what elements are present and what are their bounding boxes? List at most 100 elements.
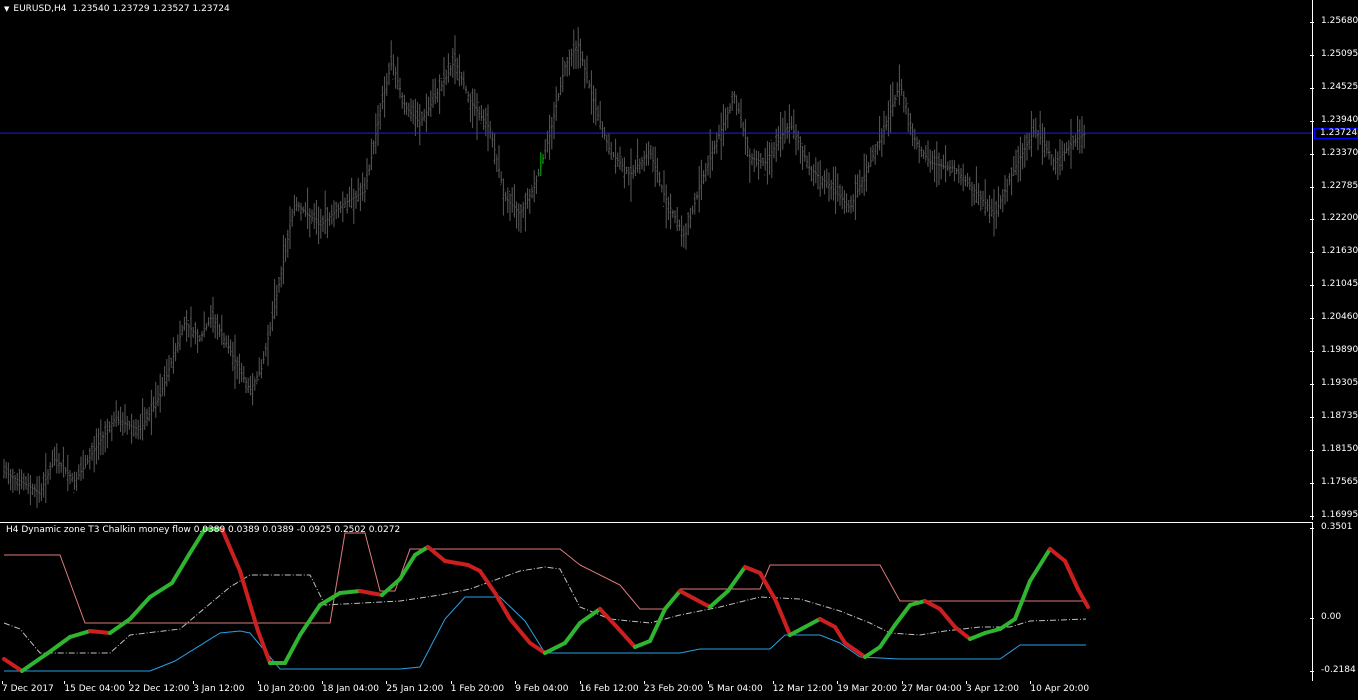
- price-bar: [80, 456, 82, 481]
- price-bar: [465, 85, 467, 94]
- price-bar: [421, 111, 423, 127]
- price-tick-label: 1.23940: [1310, 114, 1358, 125]
- oscillator-up-segment: [1028, 547, 1052, 583]
- price-bar: [388, 62, 390, 86]
- price-bar: [214, 314, 217, 339]
- time-tick-label: 5 Mar 04:00: [708, 681, 763, 694]
- oscillator-up-segment: [878, 623, 897, 649]
- price-bar: [559, 76, 562, 96]
- price-tick-text: 1.16995: [1321, 509, 1358, 520]
- price-bar: [363, 177, 366, 203]
- price-bar: [678, 219, 681, 231]
- chart-menu-arrow-icon[interactable]: ▼: [4, 5, 9, 13]
- price-bar: [513, 184, 516, 218]
- price-bar: [872, 145, 874, 162]
- price-bar: [458, 54, 461, 87]
- price-bar: [1056, 151, 1059, 181]
- price-bar: [858, 169, 861, 196]
- price-bar: [500, 171, 503, 186]
- price-bar: [900, 79, 903, 96]
- price-bar: [1023, 134, 1026, 168]
- price-bar: [33, 484, 36, 498]
- price-bar: [713, 140, 716, 155]
- price-bar: [99, 419, 102, 456]
- price-bar: [810, 165, 813, 182]
- price-bar: [447, 53, 450, 83]
- price-bar: [469, 93, 472, 123]
- price-bar: [42, 472, 45, 498]
- price-bar: [113, 411, 115, 427]
- price-bar: [660, 184, 663, 193]
- oscillator-down-segment: [220, 527, 242, 573]
- price-bar: [830, 179, 833, 200]
- price-bar: [1021, 143, 1024, 170]
- price-bar: [520, 204, 522, 233]
- oscillator-down-segment: [613, 623, 637, 649]
- indicator-axis[interactable]: 0.3501 0.00 -0.2184: [1310, 522, 1358, 681]
- price-chart-pane[interactable]: ▼ EURUSD,H4 1.23540 1.23729 1.23527 1.237…: [0, 0, 1313, 520]
- indicator-canvas[interactable]: [0, 523, 1312, 681]
- time-tick-label: 12 Mar 12:00: [772, 681, 833, 694]
- price-bar: [537, 168, 540, 177]
- price-bar: [1048, 140, 1050, 160]
- price-bar: [935, 141, 938, 188]
- price-chart-canvas[interactable]: [0, 0, 1312, 520]
- price-bar: [977, 183, 980, 206]
- price-bar: [823, 170, 826, 195]
- oscillator-up-segment: [543, 641, 567, 655]
- price-bar: [788, 104, 791, 144]
- price-bar: [674, 210, 676, 224]
- price-bar: [627, 166, 630, 186]
- price-tick-label: 1.19890: [1310, 345, 1358, 355]
- price-bar: [546, 130, 549, 153]
- oscillator-down-segment: [758, 571, 777, 601]
- price-bar: [821, 176, 824, 189]
- price-bar: [647, 141, 650, 166]
- price-bar: [108, 421, 111, 433]
- price-bar: [1054, 148, 1057, 175]
- price-bar: [526, 188, 529, 209]
- price-bar: [792, 109, 795, 139]
- price-bar: [511, 187, 514, 213]
- price-bar: [161, 377, 164, 397]
- time-tick-label: 27 Mar 04:00: [901, 681, 962, 694]
- price-bar: [216, 313, 219, 340]
- price-tick-text: 1.17565: [1321, 476, 1358, 487]
- price-bar: [1050, 151, 1053, 166]
- price-bar: [704, 163, 707, 182]
- price-bar: [183, 316, 186, 331]
- oscillator-up-segment: [298, 603, 322, 637]
- price-bar: [779, 111, 782, 158]
- time-tick-label: 23 Feb 20:00: [644, 681, 704, 694]
- price-bar: [66, 454, 69, 492]
- price-bar: [579, 38, 582, 69]
- price-bar: [801, 143, 804, 170]
- price-bar: [385, 73, 388, 96]
- price-bar: [418, 104, 421, 146]
- price-bar: [566, 56, 569, 77]
- price-bar: [885, 115, 888, 131]
- time-tick-label: 18 Jan 04:00: [322, 681, 379, 694]
- price-bar: [372, 140, 375, 155]
- price-bar: [737, 102, 740, 114]
- oscillator-up-segment: [128, 595, 152, 621]
- price-bar: [1083, 124, 1086, 149]
- price-bar: [143, 407, 146, 430]
- price-bar: [187, 320, 190, 338]
- price-bar: [997, 186, 1000, 217]
- price-tick-text: 1.23940: [1321, 114, 1358, 125]
- price-bar: [390, 40, 393, 71]
- price-bar: [148, 406, 151, 422]
- price-tick-label: 1.22200: [1310, 213, 1358, 223]
- price-bar: [905, 97, 907, 115]
- time-axis[interactable]: 7 Dec 2017 15 Dec 04:00 22 Dec 12:00 3 Jan …: [0, 681, 1313, 700]
- indicator-pane[interactable]: H4 Dynamic zone T3 Chalkin money flow 0.…: [0, 522, 1313, 681]
- price-axis[interactable]: 1.25680 1.25095 1.24525 1.23940 1.23370 1.227…: [1310, 0, 1358, 520]
- oscillator-down-segment: [466, 563, 482, 573]
- price-bar: [91, 442, 93, 461]
- price-bar: [680, 215, 683, 247]
- price-bar: [938, 152, 940, 186]
- price-bar: [405, 102, 408, 116]
- price-bar: [916, 136, 918, 150]
- price-bar: [911, 123, 914, 147]
